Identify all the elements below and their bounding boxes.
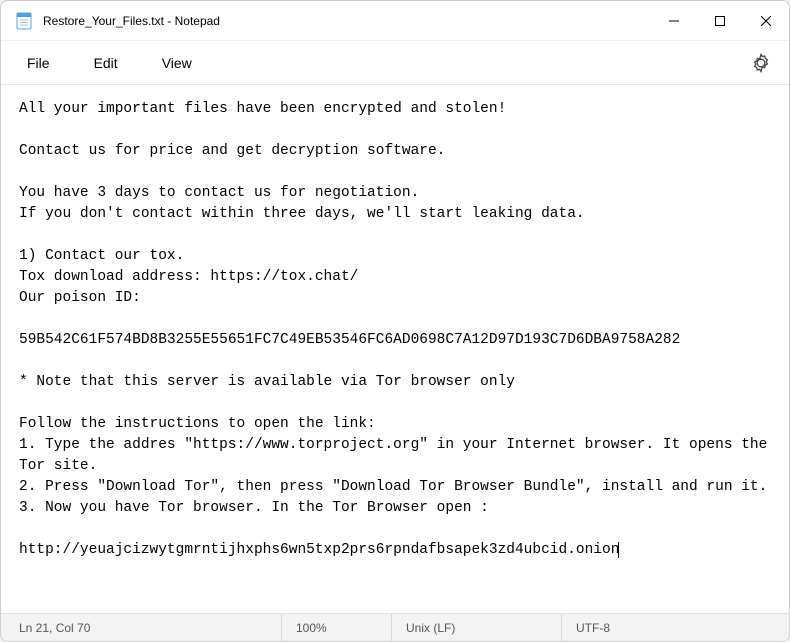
status-zoom: 100% [281,614,391,641]
minimize-button[interactable] [651,1,697,41]
window-title: Restore_Your_Files.txt - Notepad [43,14,220,28]
gear-icon[interactable] [751,53,771,73]
status-line-ending: Unix (LF) [391,614,561,641]
status-position: Ln 21, Col 70 [1,614,281,641]
notepad-window: Restore_Your_Files.txt - Notepad File Ed… [0,0,790,642]
text-editor[interactable]: All your important files have been encry… [1,85,789,613]
close-button[interactable] [743,1,789,41]
window-controls [651,1,789,41]
titlebar-left: Restore_Your_Files.txt - Notepad [15,12,220,30]
menu-file[interactable]: File [19,51,58,75]
titlebar[interactable]: Restore_Your_Files.txt - Notepad [1,1,789,41]
notepad-icon [15,12,33,30]
statusbar: Ln 21, Col 70 100% Unix (LF) UTF-8 [1,613,789,641]
menu-items: File Edit View [19,51,200,75]
maximize-button[interactable] [697,1,743,41]
menu-view[interactable]: View [154,51,200,75]
editor-text: All your important files have been encry… [19,101,776,558]
menubar: File Edit View [1,41,789,85]
status-encoding: UTF-8 [561,614,789,641]
menu-edit[interactable]: Edit [86,51,126,75]
